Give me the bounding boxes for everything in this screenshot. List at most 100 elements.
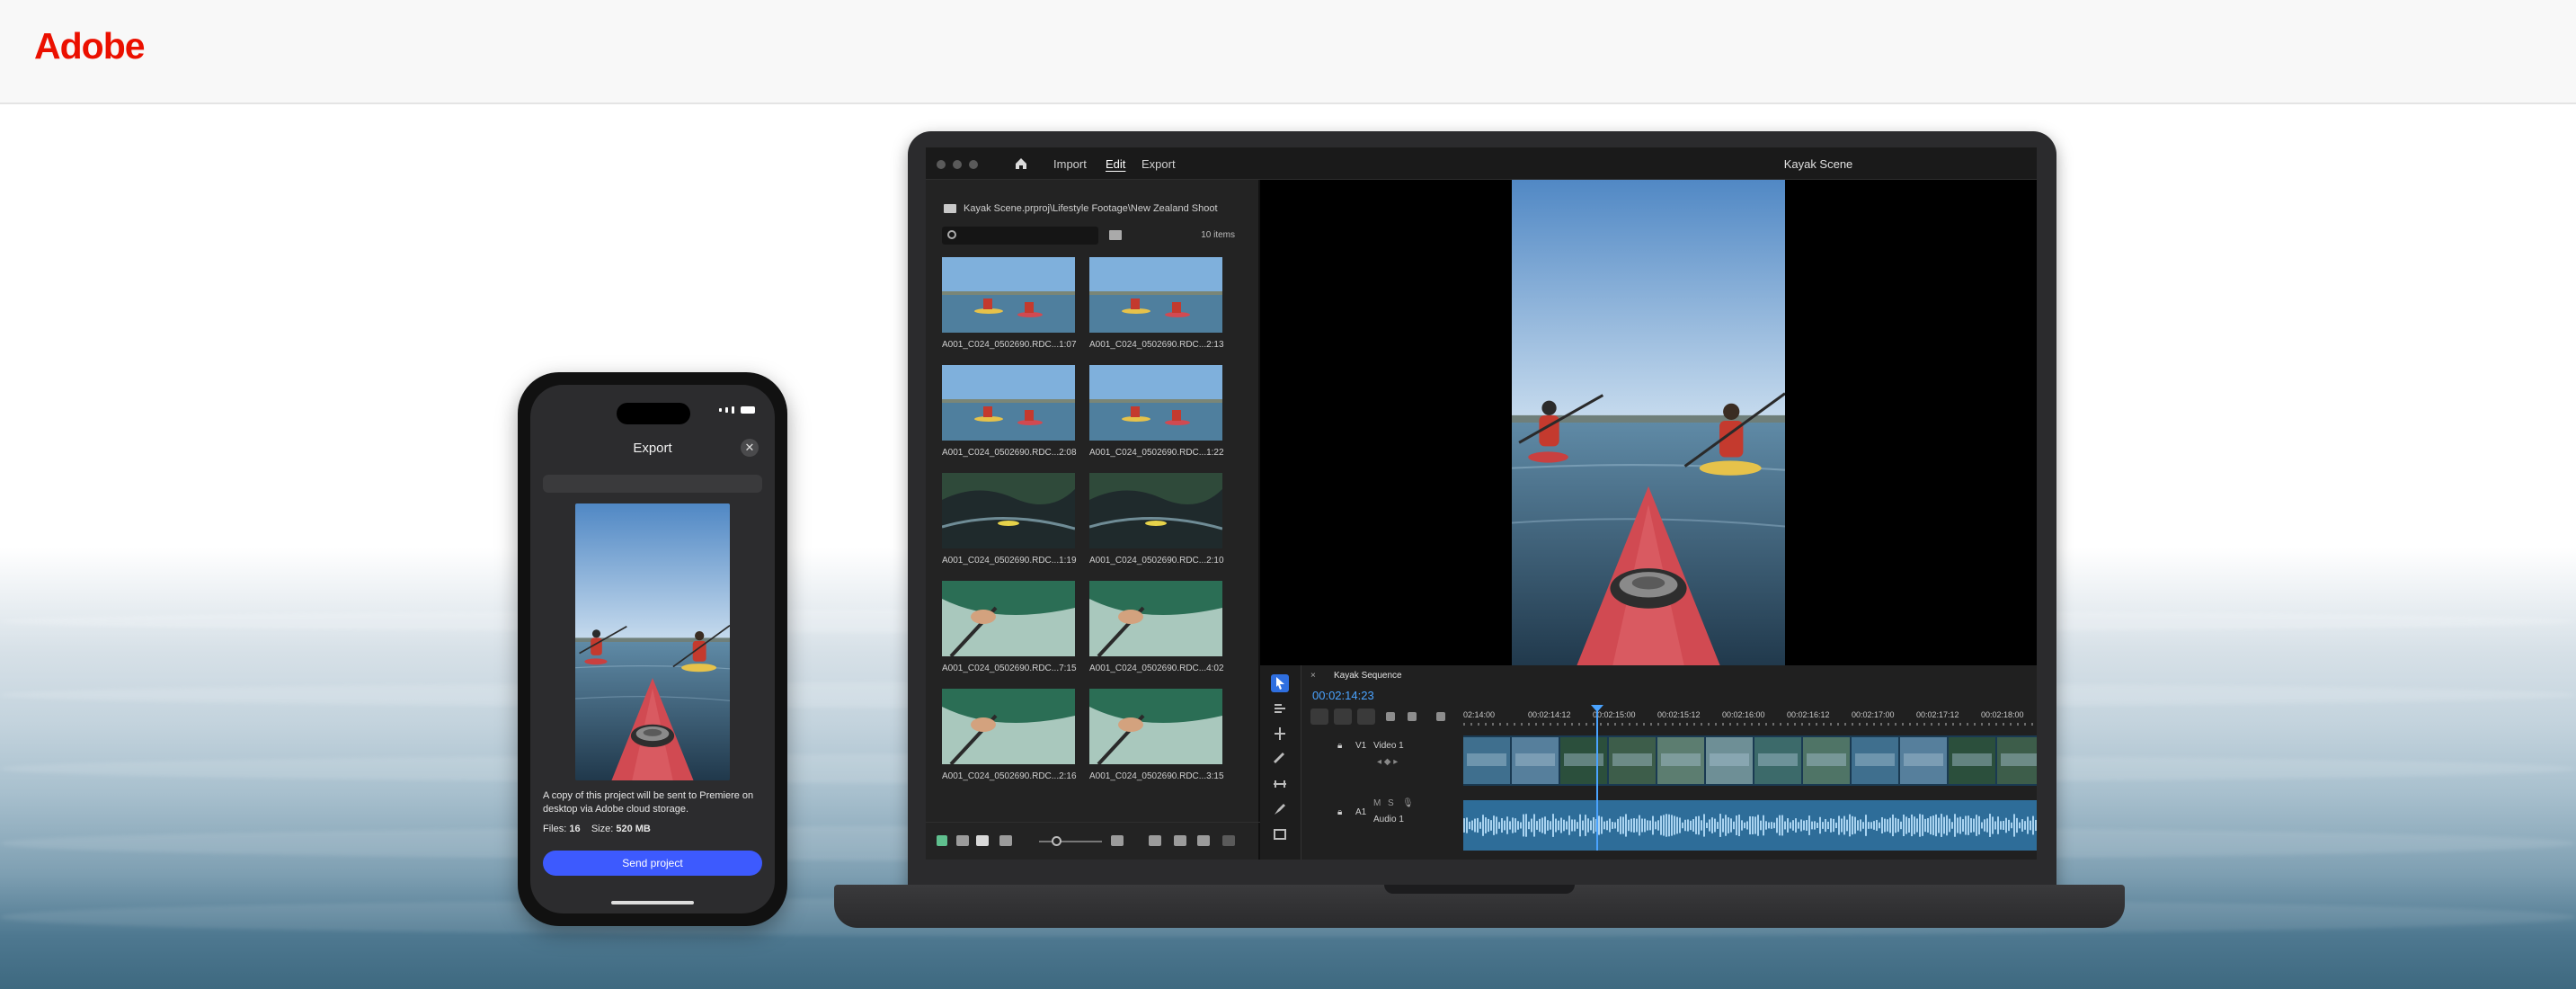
waveform-bar xyxy=(2019,822,2021,829)
clip-thumbnail[interactable]: A001_C024_0502690.RDC... 2:16 xyxy=(942,689,1077,781)
slip-tool[interactable] xyxy=(1271,775,1289,793)
snap-button[interactable] xyxy=(1310,708,1328,725)
adobe-logo[interactable]: Adobe xyxy=(34,25,146,67)
timecode-display[interactable]: 00:02:14:23 xyxy=(1312,689,1374,702)
waveform-bar xyxy=(1908,818,1910,833)
waveform-bar xyxy=(1636,818,1638,833)
program-monitor[interactable] xyxy=(1260,180,2037,665)
waveform-bar xyxy=(1773,822,1775,829)
new-bin-footer-icon[interactable] xyxy=(1174,835,1186,846)
status-icons xyxy=(719,406,755,414)
clip-label: A001_C024_0502690.RDC... 7:15 xyxy=(942,664,1077,673)
pen-tool[interactable] xyxy=(1271,800,1289,818)
ruler-timestamp: 00:02:17:00 xyxy=(1852,710,1895,719)
clip-thumbnail[interactable]: A001_C024_0502690.RDC... 1:07 xyxy=(942,257,1077,350)
clip-thumbnail[interactable]: A001_C024_0502690.RDC... 1:19 xyxy=(942,473,1077,566)
waveform-bar xyxy=(1881,816,1883,834)
lock-icon[interactable]: 🔒︎ xyxy=(1337,741,1342,751)
waveform-bar xyxy=(1776,817,1778,833)
waveform-bar xyxy=(1997,816,1999,834)
waveform-bar xyxy=(1989,814,1991,837)
breadcrumb[interactable]: Kayak Scene.prproj\Lifestyle Footage\New… xyxy=(944,203,1218,214)
breadcrumb-path: Kayak Scene.prproj\Lifestyle Footage\New… xyxy=(964,203,1218,214)
audio-waveform xyxy=(1463,814,2037,837)
waveform-bar xyxy=(1949,818,1950,833)
send-project-button[interactable]: Send project xyxy=(543,851,762,876)
sequence-close-icon[interactable]: × xyxy=(1310,671,1316,681)
time-ruler[interactable]: 02:14:00 00:02:14:12 00:02:15:00 00:02:15:1… xyxy=(1463,708,2037,723)
waveform-bar xyxy=(1471,820,1473,831)
clip-thumbnail[interactable]: A001_C024_0502690.RDC... 3:15 xyxy=(1089,689,1224,781)
waveform-bar xyxy=(1970,817,1972,833)
clip-thumbnail[interactable]: A001_C024_0502690.RDC... 2:08 xyxy=(942,365,1077,458)
sequence-tab[interactable]: Kayak Sequence xyxy=(1334,671,1402,681)
nest-button[interactable] xyxy=(1357,708,1375,725)
waveform-bar xyxy=(1663,815,1665,836)
waveform-bar xyxy=(1722,818,1724,833)
freeform-view-icon[interactable] xyxy=(999,835,1012,846)
marker-icon[interactable] xyxy=(1386,712,1395,721)
clip-image xyxy=(1089,689,1222,764)
waveform-bar xyxy=(1620,816,1621,834)
zoom-slider-handle[interactable] xyxy=(1052,836,1061,846)
mic-icon[interactable]: 🎙︎ xyxy=(1402,798,1414,808)
waveform-bar xyxy=(2030,820,2031,831)
project-search-input[interactable] xyxy=(942,227,1098,245)
track-select-tool[interactable] xyxy=(1271,699,1289,717)
clip-duration: 3:15 xyxy=(1206,771,1224,781)
clip-thumbnail[interactable]: A001_C024_0502690.RDC... 2:13 xyxy=(1089,257,1224,350)
selection-tool[interactable] xyxy=(1271,674,1289,692)
lock-icon[interactable]: 🔒︎ xyxy=(1337,807,1342,817)
zoom-slider-track[interactable] xyxy=(1039,841,1102,842)
linked-selection-button[interactable] xyxy=(1334,708,1352,725)
waveform-bar xyxy=(1496,816,1497,834)
keyframe-nav-icon[interactable]: ◂ ◆ ▸ xyxy=(1377,757,1398,767)
clip-label: A001_C024_0502690.RDC... 2:16 xyxy=(942,771,1077,781)
clip-name: A001_C024_0502690.RDC... xyxy=(1089,771,1207,781)
rectangle-tool[interactable] xyxy=(1271,825,1289,843)
captions-icon[interactable] xyxy=(1436,712,1445,721)
new-bin-icon[interactable] xyxy=(1109,230,1122,240)
site-header: Adobe xyxy=(0,0,2576,104)
waveform-bar xyxy=(1868,822,1870,829)
list-view-icon[interactable] xyxy=(956,835,969,846)
clip-thumbnail[interactable]: A001_C024_0502690.RDC... 1:22 xyxy=(1089,365,1224,458)
icon-view-icon[interactable] xyxy=(976,835,989,846)
waveform-bar xyxy=(1830,818,1832,833)
solo-icon[interactable]: S xyxy=(1388,798,1394,808)
waveform-bar xyxy=(2013,814,2015,837)
folder-icon xyxy=(944,204,956,213)
wrench-icon[interactable] xyxy=(1408,712,1417,721)
size-label: Size: xyxy=(591,824,614,834)
clip-thumbnail[interactable]: A001_C024_0502690.RDC... 7:15 xyxy=(942,581,1077,673)
waveform-bar xyxy=(1655,821,1657,830)
automate-icon[interactable] xyxy=(1149,835,1161,846)
clip-thumbnail[interactable]: A001_C024_0502690.RDC... 4:02 xyxy=(1089,581,1224,673)
ripple-edit-tool[interactable] xyxy=(1271,725,1289,743)
trash-icon[interactable] xyxy=(1222,835,1235,846)
waveform-bar xyxy=(1657,820,1659,831)
clip-thumbnail[interactable]: A001_C024_0502690.RDC... 2:10 xyxy=(1089,473,1224,566)
playhead[interactable] xyxy=(1596,707,1598,851)
ruler-timestamp: 00:02:16:00 xyxy=(1722,710,1765,719)
video-track-clips[interactable] xyxy=(1463,735,2037,786)
audio-track-clip[interactable] xyxy=(1463,800,2037,851)
waveform-bar xyxy=(1765,821,1767,830)
close-icon[interactable]: ✕ xyxy=(741,439,759,457)
waveform-bar xyxy=(2000,821,2002,830)
pencil-icon[interactable] xyxy=(937,835,947,846)
waveform-bar xyxy=(1674,815,1675,835)
sort-icon[interactable] xyxy=(1111,835,1124,846)
waveform-bar xyxy=(1852,815,1853,835)
clip-image xyxy=(1089,473,1222,548)
new-item-icon[interactable] xyxy=(1197,835,1210,846)
mute-icon[interactable]: M xyxy=(1373,798,1381,808)
waveform-bar xyxy=(1779,815,1781,836)
clip-label: A001_C024_0502690.RDC... 4:02 xyxy=(1089,664,1224,673)
waveform-bar xyxy=(1962,819,1964,832)
export-tabs[interactable] xyxy=(543,475,762,493)
waveform-bar xyxy=(1825,818,1826,833)
waveform-bar xyxy=(1857,820,1859,831)
clip-duration: 1:19 xyxy=(1059,556,1077,566)
razor-tool[interactable] xyxy=(1271,750,1289,768)
